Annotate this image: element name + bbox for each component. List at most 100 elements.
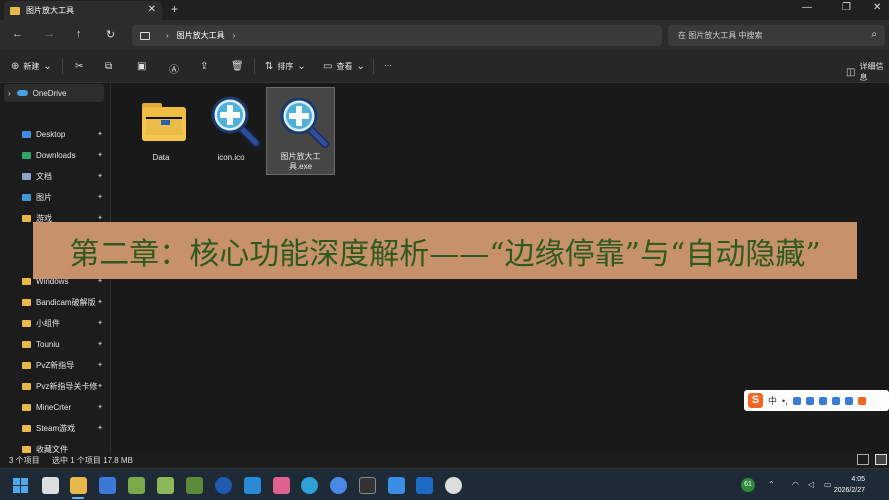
file-item-icon-ico[interactable]: icon.ico <box>198 87 264 175</box>
close-window-button[interactable]: ✕ <box>873 2 881 13</box>
large-icons-view-icon[interactable] <box>875 454 887 465</box>
folder-icon <box>22 214 31 222</box>
edge-icon[interactable] <box>301 477 318 494</box>
more-options-button[interactable]: ··· <box>384 61 392 70</box>
sidebar-item-label: 文档 <box>36 171 52 181</box>
app-icon[interactable] <box>330 477 347 494</box>
pin-icon[interactable]: ✦ <box>97 172 103 180</box>
view-button[interactable]: ▭ 查看 ⌄ <box>323 61 365 72</box>
settings-icon[interactable] <box>857 396 866 405</box>
breadcrumb-current[interactable]: 图片放大工具 <box>177 30 225 41</box>
chevron-right-icon[interactable]: › <box>8 89 11 98</box>
pin-icon[interactable]: ✦ <box>97 403 103 411</box>
sort-button[interactable]: ⇅ 排序 ⌄ <box>265 61 306 72</box>
sidebar-item[interactable]: 文档 ✦ <box>0 167 111 185</box>
new-tab-button[interactable]: + <box>171 2 178 16</box>
outlook-icon[interactable] <box>416 477 433 494</box>
wifi-icon[interactable]: ◠ <box>792 480 799 489</box>
keyboard-icon[interactable] <box>818 396 827 405</box>
details-pane-button[interactable]: ◫ 详细信息 <box>846 61 889 83</box>
new-button[interactable]: ⊕ 新建 ⌄ <box>11 61 52 72</box>
game-icon[interactable] <box>128 477 145 494</box>
chevron-up-icon[interactable]: ⌃ <box>768 480 775 489</box>
file-name: 图片放大工具.exe <box>280 152 321 171</box>
pin-icon[interactable]: ✦ <box>97 424 103 432</box>
minimize-button[interactable]: — <box>802 2 812 13</box>
app-icon[interactable] <box>388 477 405 494</box>
game-icon[interactable] <box>157 477 174 494</box>
rename-button[interactable]: Ⓐ <box>169 61 179 76</box>
app-icon[interactable] <box>273 477 290 494</box>
address-row: ← → ↑ ↻ › 图片放大工具 › 在 图片放大工具 中搜索 ⌕ <box>0 20 889 50</box>
back-button[interactable]: ← <box>12 28 23 40</box>
app-icon[interactable] <box>215 477 232 494</box>
sidebar-item[interactable]: Touniu ✦ <box>0 335 111 353</box>
tab-current[interactable]: 图片放大工具 ✕ <box>4 1 162 20</box>
folder-icon <box>22 403 31 411</box>
address-bar[interactable]: › 图片放大工具 › <box>132 25 662 46</box>
sidebar-item[interactable]: MineCrter ✦ <box>0 398 111 416</box>
emoji-icon[interactable] <box>792 396 801 405</box>
pin-icon[interactable]: ✦ <box>97 214 103 222</box>
terminal-icon[interactable] <box>359 477 376 494</box>
sidebar-item[interactable]: 图片 ✦ <box>0 188 111 206</box>
chapter-banner: 第二章：核心功能深度解析——“边缘停靠”与“自动隐藏” <box>33 222 857 279</box>
details-view-icon[interactable] <box>857 454 869 465</box>
pin-icon[interactable]: ✦ <box>97 193 103 201</box>
microphone-icon[interactable] <box>805 396 814 405</box>
search-input[interactable]: 在 图片放大工具 中搜索 ⌕ <box>668 25 885 46</box>
maximize-button[interactable]: ❐ <box>842 2 851 13</box>
tab-title: 图片放大工具 <box>26 6 74 15</box>
record-icon[interactable] <box>445 477 462 494</box>
skin-icon[interactable] <box>831 396 840 405</box>
share-button[interactable]: ⇪ <box>200 61 208 72</box>
battery-icon[interactable]: ▭ <box>824 480 832 489</box>
sidebar-item[interactable]: Desktop ✦ <box>0 125 111 143</box>
sidebar-item[interactable]: Bandicam破解版 ✦ <box>0 293 111 311</box>
magnifier-plus-icon <box>211 96 260 147</box>
windows-start-icon[interactable] <box>12 477 29 494</box>
sidebar-item[interactable]: 小组件 ✦ <box>0 314 111 332</box>
pin-icon[interactable]: ✦ <box>97 151 103 159</box>
clock[interactable]: 4:05 2026/2/27 <box>834 474 865 496</box>
close-tab-icon[interactable]: ✕ <box>148 4 156 15</box>
pin-icon[interactable]: ✦ <box>97 319 103 327</box>
tray-badge[interactable]: 61 <box>741 478 755 492</box>
minecraft-icon[interactable] <box>186 477 203 494</box>
volume-icon[interactable]: ◁ <box>808 480 814 489</box>
cloud-icon <box>16 90 28 96</box>
share-icon: ⇪ <box>200 61 209 72</box>
task-view-icon[interactable] <box>42 477 59 494</box>
sidebar-item[interactable]: Pvz新指导关卡修 ✦ <box>0 377 111 395</box>
pin-icon[interactable]: ✦ <box>97 130 103 138</box>
sidebar-item-onedrive[interactable]: › OneDrive <box>4 84 104 102</box>
photos-icon[interactable] <box>244 477 261 494</box>
view-icon: ▭ <box>323 61 333 72</box>
copy-button[interactable]: ⧉ <box>105 61 112 72</box>
file-explorer-icon[interactable] <box>70 477 87 494</box>
sidebar-item-label: OneDrive <box>32 88 67 98</box>
breadcrumb-separator-end[interactable]: › <box>233 31 236 40</box>
chevron-down-icon: ⌄ <box>297 61 306 72</box>
store-icon[interactable] <box>99 477 116 494</box>
refresh-button[interactable]: ↻ <box>106 28 115 41</box>
delete-button[interactable]: 🗑 <box>231 61 244 72</box>
ime-toolbar[interactable]: S 中 •, <box>744 390 889 411</box>
sidebar-item[interactable]: Steam游戏 ✦ <box>0 419 111 437</box>
forward-button[interactable]: → <box>44 28 55 40</box>
pin-icon[interactable]: ✦ <box>97 382 103 390</box>
sidebar-item[interactable]: Downloads ✦ <box>0 146 111 164</box>
file-item-data[interactable]: Data <box>128 87 194 175</box>
pin-icon[interactable]: ✦ <box>97 340 103 348</box>
search-icon[interactable]: ⌕ <box>871 29 877 40</box>
ime-mode[interactable]: 中 <box>768 394 777 407</box>
sidebar-item[interactable]: PvZ新指导 ✦ <box>0 356 111 374</box>
up-button[interactable]: ↑ <box>76 28 82 40</box>
pin-icon[interactable]: ✦ <box>97 298 103 306</box>
cut-button[interactable]: ✂ <box>75 61 83 72</box>
toolbox-icon[interactable] <box>844 396 853 405</box>
pin-icon[interactable]: ✦ <box>97 361 103 369</box>
paste-button[interactable]: ▣ <box>137 61 146 72</box>
file-item-exe[interactable]: 图片放大工具.exe <box>266 87 335 175</box>
ime-punctuation[interactable]: •, <box>782 396 788 406</box>
